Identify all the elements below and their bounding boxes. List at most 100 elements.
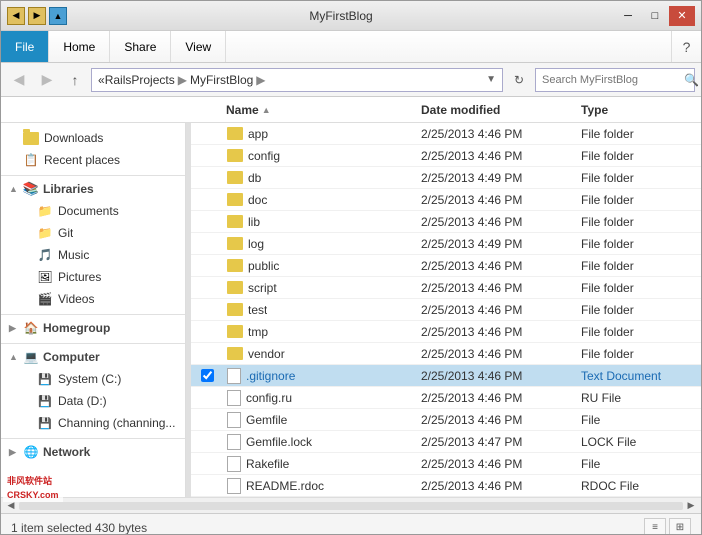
- sidebar-group-homegroup[interactable]: ▶ 🏠 Homegroup: [1, 317, 185, 339]
- status-text: 1 item selected 430 bytes: [11, 521, 147, 535]
- file-name-text: Gemfile.lock: [246, 435, 312, 449]
- sidebar-item-music[interactable]: 🎵 Music: [1, 244, 185, 266]
- view-details-icon[interactable]: ≡: [644, 518, 666, 535]
- file-row[interactable]: Gemfile2/25/2013 4:46 PMFile: [191, 409, 701, 431]
- file-type-cell: File folder: [581, 347, 701, 361]
- network-icon: 🌐: [23, 445, 39, 459]
- file-name-text: .gitignore: [246, 369, 295, 383]
- file-name-cell: README.rdoc: [223, 478, 421, 494]
- sidebar-item-pictures[interactable]: 🖼 Pictures: [1, 266, 185, 288]
- title-bar-icons: ◀ ▶ ▲: [7, 7, 67, 25]
- file-name-cell: Rakefile: [223, 456, 421, 472]
- libraries-icon: 📚: [23, 182, 39, 196]
- search-box[interactable]: 🔍: [535, 68, 695, 92]
- file-row[interactable]: log2/25/2013 4:49 PMFile folder: [191, 233, 701, 255]
- file-date-cell: 2/25/2013 4:46 PM: [421, 193, 581, 207]
- path-dropdown[interactable]: ▼: [486, 74, 496, 85]
- sidebar-group-libraries[interactable]: ▲ 📚 Libraries: [1, 178, 185, 200]
- file-icon: [227, 478, 241, 494]
- folder-icon: [227, 215, 243, 228]
- sidebar-item-recent[interactable]: 📋 Recent places: [1, 149, 185, 171]
- file-checkbox[interactable]: [201, 369, 214, 382]
- file-row[interactable]: test2/25/2013 4:46 PMFile folder: [191, 299, 701, 321]
- tab-file[interactable]: File: [1, 31, 49, 62]
- search-input[interactable]: [542, 74, 684, 86]
- title-bar-left: ◀ ▶ ▲: [7, 7, 67, 25]
- help-icon[interactable]: ?: [671, 31, 701, 62]
- file-row[interactable]: public2/25/2013 4:46 PMFile folder: [191, 255, 701, 277]
- file-row[interactable]: .gitignore2/25/2013 4:46 PMText Document: [191, 365, 701, 387]
- sidebar-item-documents-label: Documents: [58, 204, 119, 218]
- file-row[interactable]: Gemfile.lock2/25/2013 4:47 PMLOCK File: [191, 431, 701, 453]
- file-row[interactable]: README.rdoc2/25/2013 4:46 PMRDOC File: [191, 475, 701, 497]
- file-row[interactable]: vendor 2/25/2013 4:46 PMFile folder: [191, 343, 701, 365]
- file-type-cell: Text Document: [581, 369, 701, 383]
- file-date-cell: 2/25/2013 4:46 PM: [421, 347, 581, 361]
- file-row[interactable]: config.ru2/25/2013 4:46 PMRU File: [191, 387, 701, 409]
- sidebar-item-downloads[interactable]: Downloads: [1, 127, 185, 149]
- refresh-button[interactable]: ↻: [507, 68, 531, 92]
- sidebar-item-git-label: Git: [58, 226, 73, 240]
- file-type-cell: File: [581, 457, 701, 471]
- tab-share[interactable]: Share: [110, 31, 171, 62]
- quick-access-up[interactable]: ▲: [49, 7, 67, 25]
- drive-d-icon: 💾: [37, 394, 53, 408]
- sidebar-group-network[interactable]: ▶ 🌐 Network: [1, 441, 185, 463]
- sidebar-item-system-c[interactable]: 💾 System (C:): [1, 368, 185, 390]
- sidebar-item-data-d[interactable]: 💾 Data (D:): [1, 390, 185, 412]
- view-tiles-icon[interactable]: ⊞: [669, 518, 691, 535]
- file-row[interactable]: db2/25/2013 4:49 PMFile folder: [191, 167, 701, 189]
- file-name-text: test: [248, 303, 267, 317]
- quick-access-back[interactable]: ◀: [7, 7, 25, 25]
- h-scroll-track[interactable]: [19, 502, 683, 510]
- search-icon[interactable]: 🔍: [684, 73, 699, 87]
- folder-icon: [227, 259, 243, 272]
- tab-home[interactable]: Home: [49, 31, 110, 62]
- horizontal-scrollbar[interactable]: ◀ ▶: [1, 497, 701, 513]
- file-row[interactable]: app2/25/2013 4:46 PMFile folder: [191, 123, 701, 145]
- file-type-cell: File folder: [581, 325, 701, 339]
- file-name-cell: vendor: [223, 347, 421, 361]
- col-type-header[interactable]: Type: [581, 103, 701, 117]
- sidebar-group-computer[interactable]: ▲ 💻 Computer: [1, 346, 185, 368]
- file-icon: [227, 368, 241, 384]
- sidebar-item-pictures-label: Pictures: [58, 270, 101, 284]
- sidebar-item-git[interactable]: 📁 Git: [1, 222, 185, 244]
- file-icon: [227, 390, 241, 406]
- ribbon: File Home Share View ?: [1, 31, 701, 63]
- homegroup-icon: 🏠: [23, 321, 39, 335]
- file-row[interactable]: lib2/25/2013 4:46 PMFile folder: [191, 211, 701, 233]
- back-button[interactable]: ◀: [7, 68, 31, 92]
- file-date-cell: 2/25/2013 4:46 PM: [421, 303, 581, 317]
- file-type-cell: RDOC File: [581, 479, 701, 493]
- sidebar-item-videos[interactable]: 🎬 Videos: [1, 288, 185, 310]
- minimize-button[interactable]: ─: [615, 6, 641, 26]
- file-row[interactable]: config2/25/2013 4:46 PMFile folder: [191, 145, 701, 167]
- homegroup-expand-arrow: ▶: [9, 323, 19, 334]
- file-row[interactable]: tmp2/25/2013 4:46 PMFile folder: [191, 321, 701, 343]
- close-button[interactable]: ✕: [669, 6, 695, 26]
- col-name-header[interactable]: Name ▲: [218, 103, 421, 117]
- file-name-text: log: [248, 237, 264, 251]
- h-scroll-right-btn[interactable]: ▶: [683, 499, 699, 513]
- tab-view[interactable]: View: [171, 31, 226, 62]
- maximize-button[interactable]: □: [642, 6, 668, 26]
- sidebar-item-channing[interactable]: 💾 Channing (channing...: [1, 412, 185, 434]
- file-name-text: vendor: [248, 347, 285, 361]
- file-name-text: lib: [248, 215, 260, 229]
- file-name-cell: doc: [223, 193, 421, 207]
- file-row[interactable]: script2/25/2013 4:46 PMFile folder: [191, 277, 701, 299]
- folder-icon: [227, 325, 243, 338]
- sidebar-item-documents[interactable]: 📁 Documents: [1, 200, 185, 222]
- file-row[interactable]: doc2/25/2013 4:46 PMFile folder: [191, 189, 701, 211]
- col-date-header[interactable]: Date modified: [421, 103, 581, 117]
- file-name-cell: lib: [223, 215, 421, 229]
- file-row[interactable]: Rakefile2/25/2013 4:46 PMFile: [191, 453, 701, 475]
- file-check-cell[interactable]: [191, 369, 223, 382]
- forward-button[interactable]: ▶: [35, 68, 59, 92]
- address-path[interactable]: « RailsProjects ▶ MyFirstBlog ▶ ▼: [91, 68, 503, 92]
- up-button[interactable]: ↑: [63, 68, 87, 92]
- h-scroll-left-btn[interactable]: ◀: [3, 499, 19, 513]
- quick-access-forward[interactable]: ▶: [28, 7, 46, 25]
- documents-icon: 📁: [37, 204, 53, 218]
